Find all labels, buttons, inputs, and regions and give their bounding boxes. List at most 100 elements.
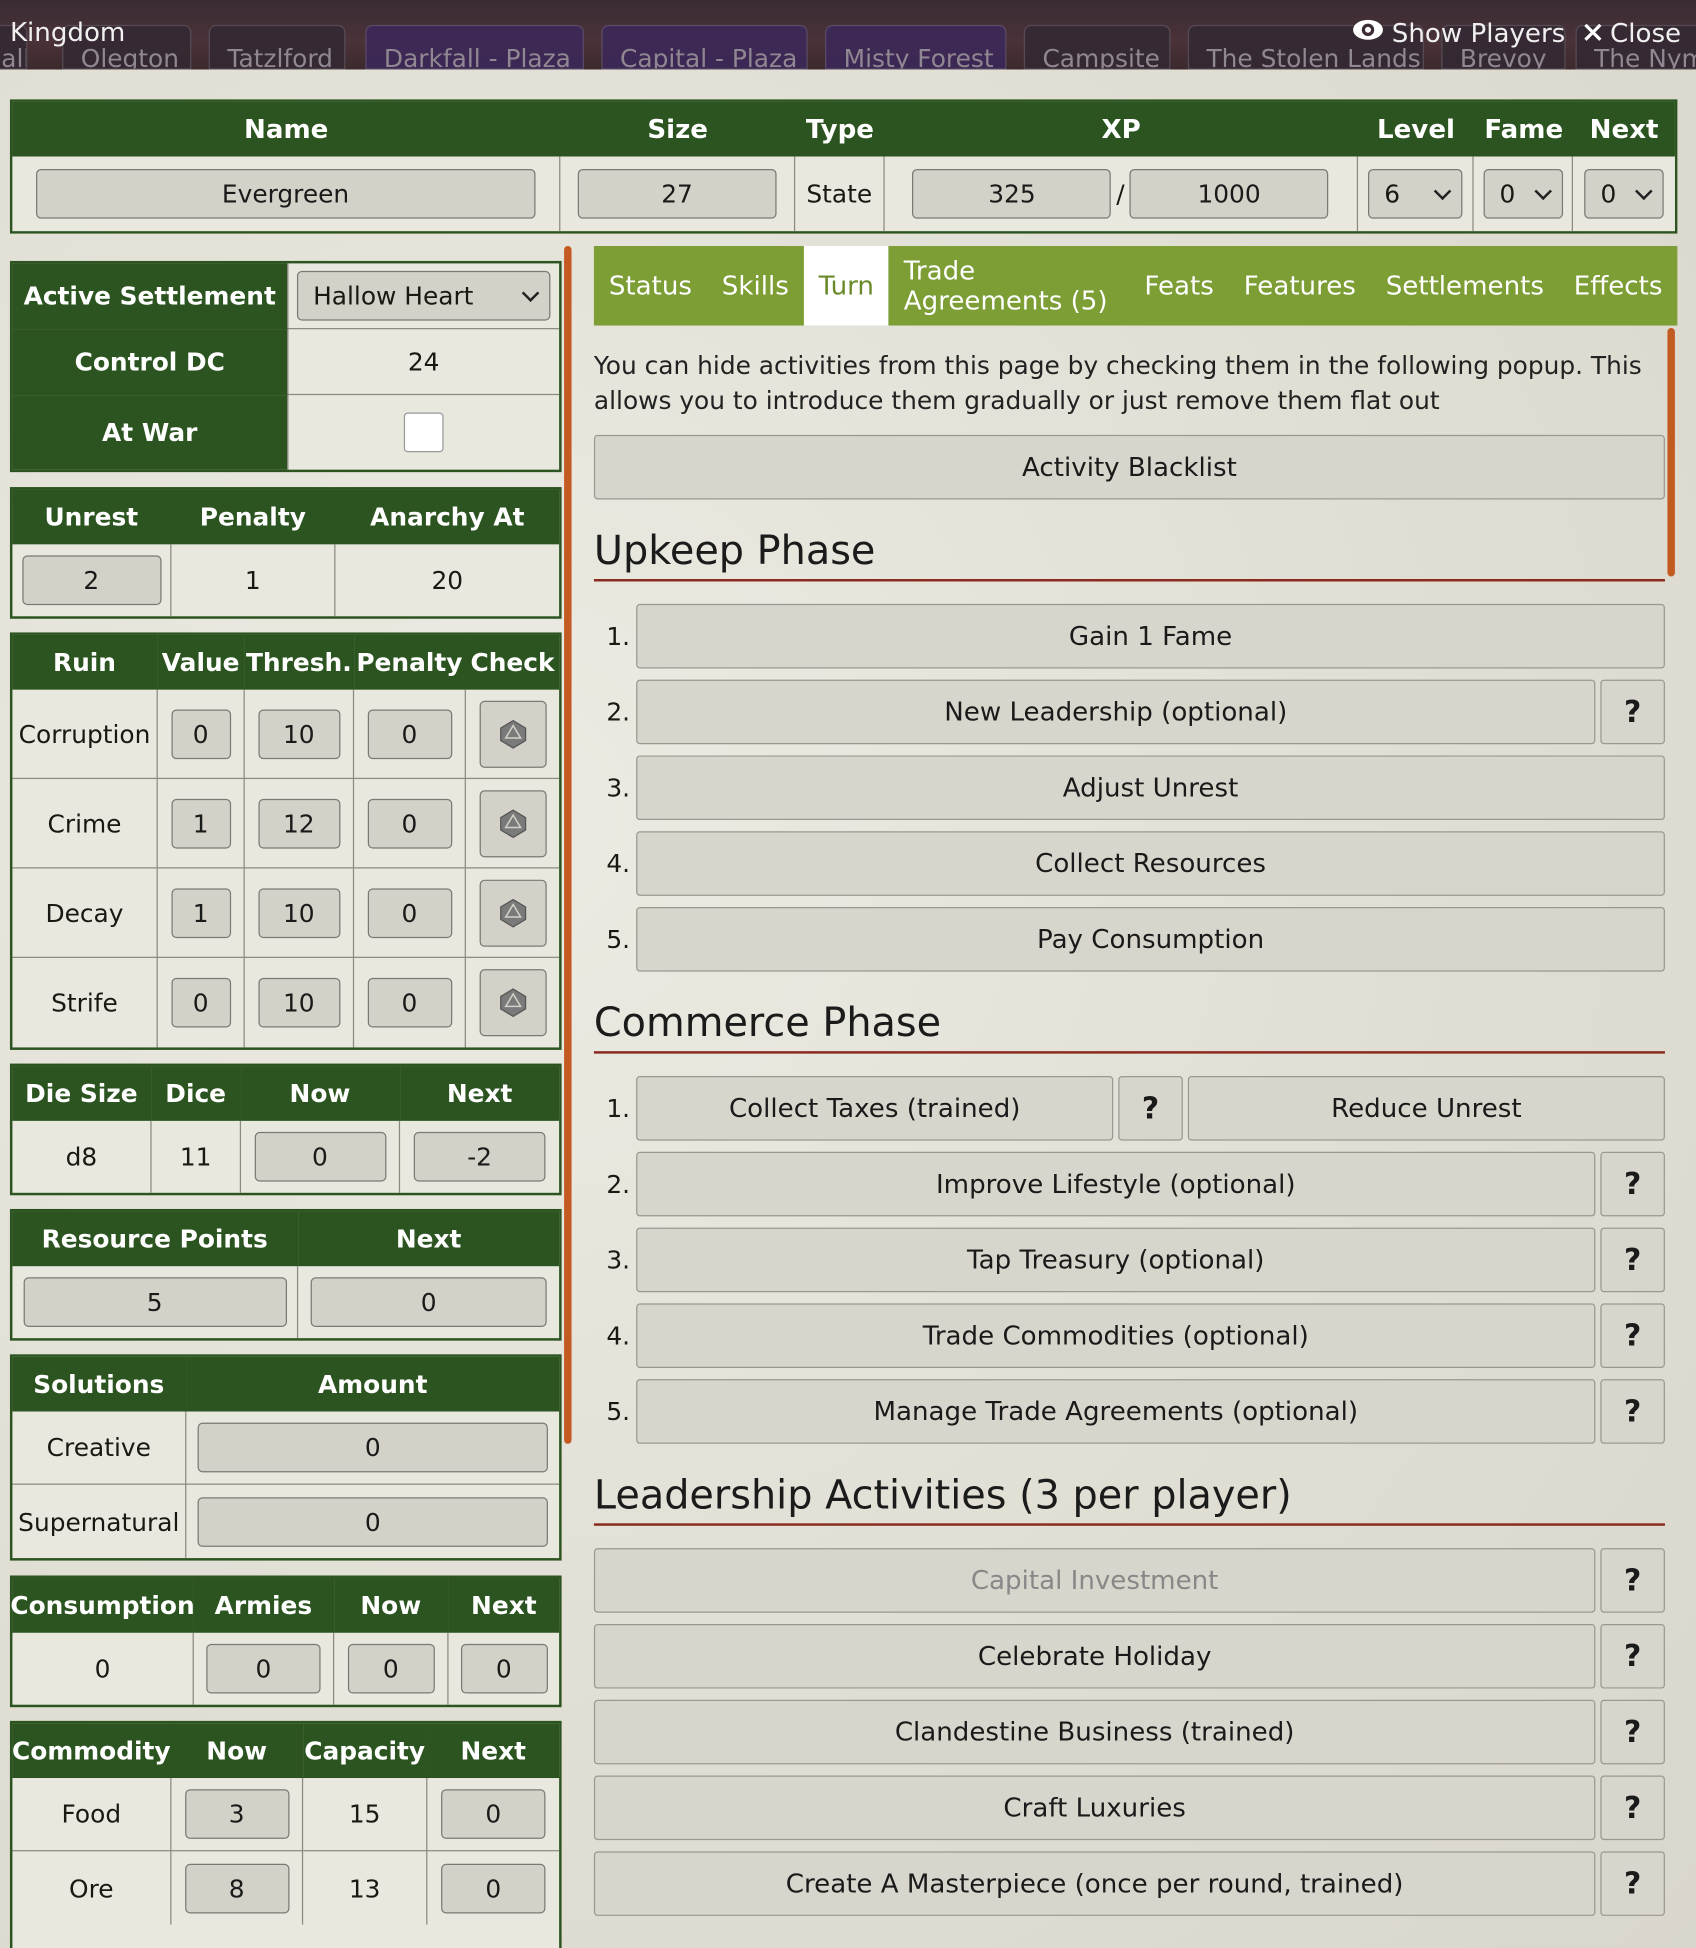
reduce-unrest-button[interactable]: Reduce Unrest <box>1187 1076 1665 1141</box>
anarchy-header: Anarchy At <box>335 489 560 545</box>
solutions-panel: Solutions Amount Creative 0 Supernatural… <box>9 1354 562 1561</box>
celebrate-holiday-button[interactable]: Celebrate Holiday <box>593 1623 1596 1689</box>
scene-tab[interactable]: Misty Forest <box>825 24 1007 70</box>
size-input[interactable]: 27 <box>577 168 777 219</box>
value-header: Value <box>157 634 245 690</box>
chevron-down-icon <box>521 283 540 302</box>
ruin-penalty-input[interactable]: 0 <box>367 708 452 759</box>
item-number: 3. <box>606 772 631 803</box>
tab-settlements[interactable]: Settlements <box>1371 246 1559 326</box>
ruin-value-input[interactable]: 0 <box>170 977 231 1028</box>
tab-feats[interactable]: Feats <box>1130 246 1229 326</box>
type-header: Type <box>805 114 874 145</box>
roll-check-button[interactable] <box>478 789 547 857</box>
scene-tab[interactable]: Tatzlford <box>208 24 346 70</box>
show-players-button[interactable]: Show Players <box>1352 17 1565 48</box>
help-button[interactable]: ? <box>1600 679 1665 745</box>
help-button[interactable]: ? <box>1118 1076 1183 1141</box>
at-war-checkbox[interactable] <box>403 412 444 453</box>
consumption-now-input[interactable]: 0 <box>347 1643 435 1694</box>
item-number: 1. <box>606 1093 631 1124</box>
ruin-value-input[interactable]: 1 <box>170 798 231 849</box>
commodity-capacity: 13 <box>303 1851 428 1925</box>
dice-next-input[interactable]: -2 <box>413 1131 546 1182</box>
ruin-penalty-input[interactable]: 0 <box>367 798 452 849</box>
new-leadership-button[interactable]: New Leadership (optional) <box>636 679 1596 745</box>
commodity-now-input[interactable]: 8 <box>184 1863 289 1913</box>
roll-check-button[interactable] <box>478 969 547 1037</box>
scene-tab[interactable]: Darkfall - Plaza <box>365 24 584 70</box>
commodity-next-input[interactable]: 0 <box>441 1789 546 1839</box>
help-button[interactable]: ? <box>1600 1227 1665 1293</box>
gain-fame-button[interactable]: Gain 1 Fame <box>636 603 1665 669</box>
ruin-threshold-input[interactable]: 12 <box>257 798 340 849</box>
ruin-threshold-input[interactable]: 10 <box>257 977 340 1028</box>
activity-blacklist-button[interactable]: Activity Blacklist <box>593 434 1665 500</box>
unrest-input[interactable]: 2 <box>21 555 161 606</box>
scene-tab[interactable]: Campsite <box>1023 24 1171 70</box>
help-button[interactable]: ? <box>1600 1151 1665 1217</box>
help-button[interactable]: ? <box>1600 1303 1665 1368</box>
armies-input[interactable]: 0 <box>206 1643 321 1694</box>
tab-turn[interactable]: Turn <box>803 246 889 326</box>
right-scrollbar[interactable] <box>1667 328 1675 577</box>
capital-investment-button[interactable]: Capital Investment <box>593 1548 1596 1613</box>
ruin-value-input[interactable]: 1 <box>170 887 231 938</box>
craft-luxuries-button[interactable]: Craft Luxuries <box>593 1775 1596 1841</box>
tab-effects[interactable]: Effects <box>1559 246 1678 326</box>
help-button[interactable]: ? <box>1600 1699 1665 1765</box>
tap-treasury-button[interactable]: Tap Treasury (optional) <box>636 1227 1596 1293</box>
next-fame-select[interactable]: 0 <box>1584 168 1664 219</box>
collect-resources-button[interactable]: Collect Resources <box>636 831 1665 896</box>
commodity-next-input[interactable]: 0 <box>441 1863 546 1913</box>
ruin-threshold-input[interactable]: 10 <box>257 708 340 759</box>
active-settlement-select[interactable]: Hallow Heart <box>296 270 551 321</box>
help-button[interactable]: ? <box>1600 1379 1665 1444</box>
tab-features[interactable]: Features <box>1229 246 1371 326</box>
capacity-header: Capacity <box>303 1723 428 1779</box>
resource-points-header: Resource Points <box>12 1211 299 1267</box>
commodity-now-input[interactable]: 3 <box>184 1789 289 1839</box>
roll-check-button[interactable] <box>478 879 547 947</box>
consumption-next-input[interactable]: 0 <box>460 1643 548 1694</box>
create-masterpiece-button[interactable]: Create A Masterpiece (once per round, tr… <box>593 1851 1596 1916</box>
xp-max-input[interactable]: 1000 <box>1129 168 1329 219</box>
ruin-penalty-input[interactable]: 0 <box>367 887 452 938</box>
fame-select[interactable]: 0 <box>1483 168 1563 219</box>
help-button[interactable]: ? <box>1600 1623 1665 1689</box>
help-button[interactable]: ? <box>1600 1548 1665 1613</box>
amount-header: Amount <box>186 1356 560 1412</box>
manage-trade-agreements-button[interactable]: Manage Trade Agreements (optional) <box>636 1379 1596 1444</box>
chevron-down-icon <box>1534 181 1552 200</box>
help-button[interactable]: ? <box>1600 1775 1665 1841</box>
roll-check-button[interactable] <box>478 700 547 768</box>
xp-input[interactable]: 325 <box>912 168 1112 219</box>
left-scrollbar[interactable] <box>564 246 572 1444</box>
level-select[interactable]: 6 <box>1368 168 1463 219</box>
tab-trade-agreements[interactable]: Trade Agreements (5) <box>889 246 1130 326</box>
adjust-unrest-button[interactable]: Adjust Unrest <box>636 755 1665 821</box>
tab-status[interactable]: Status <box>594 246 707 326</box>
unrest-panel: Unrest Penalty Anarchy At 2 1 20 <box>9 487 562 619</box>
clandestine-business-button[interactable]: Clandestine Business (trained) <box>593 1699 1596 1765</box>
ruin-value-input[interactable]: 0 <box>170 708 231 759</box>
ruin-threshold-input[interactable]: 10 <box>257 887 340 938</box>
ruin-penalty-input[interactable]: 0 <box>367 977 452 1028</box>
resource-points-input[interactable]: 5 <box>22 1277 287 1327</box>
commodity-name: Ore <box>12 1851 172 1925</box>
solution-amount-input[interactable]: 0 <box>197 1496 548 1547</box>
close-button[interactable]: Close <box>1583 18 1681 48</box>
scene-tab[interactable]: Capital - Plaza <box>601 24 808 70</box>
kingdom-name-input[interactable]: Evergreen <box>35 168 536 219</box>
pay-consumption-button[interactable]: Pay Consumption <box>636 907 1665 972</box>
collect-taxes-button[interactable]: Collect Taxes (trained) <box>636 1076 1114 1141</box>
improve-lifestyle-button[interactable]: Improve Lifestyle (optional) <box>636 1151 1596 1217</box>
solution-amount-input[interactable]: 0 <box>197 1422 548 1473</box>
trade-commodities-button[interactable]: Trade Commodities (optional) <box>636 1303 1596 1368</box>
help-button[interactable]: ? <box>1600 1851 1665 1916</box>
tab-skills[interactable]: Skills <box>707 246 804 326</box>
resource-next-input[interactable]: 0 <box>310 1277 547 1327</box>
fame-header: Fame <box>1484 114 1564 145</box>
dice-now-input[interactable]: 0 <box>254 1131 386 1182</box>
control-dc-label: Control DC <box>12 329 289 396</box>
